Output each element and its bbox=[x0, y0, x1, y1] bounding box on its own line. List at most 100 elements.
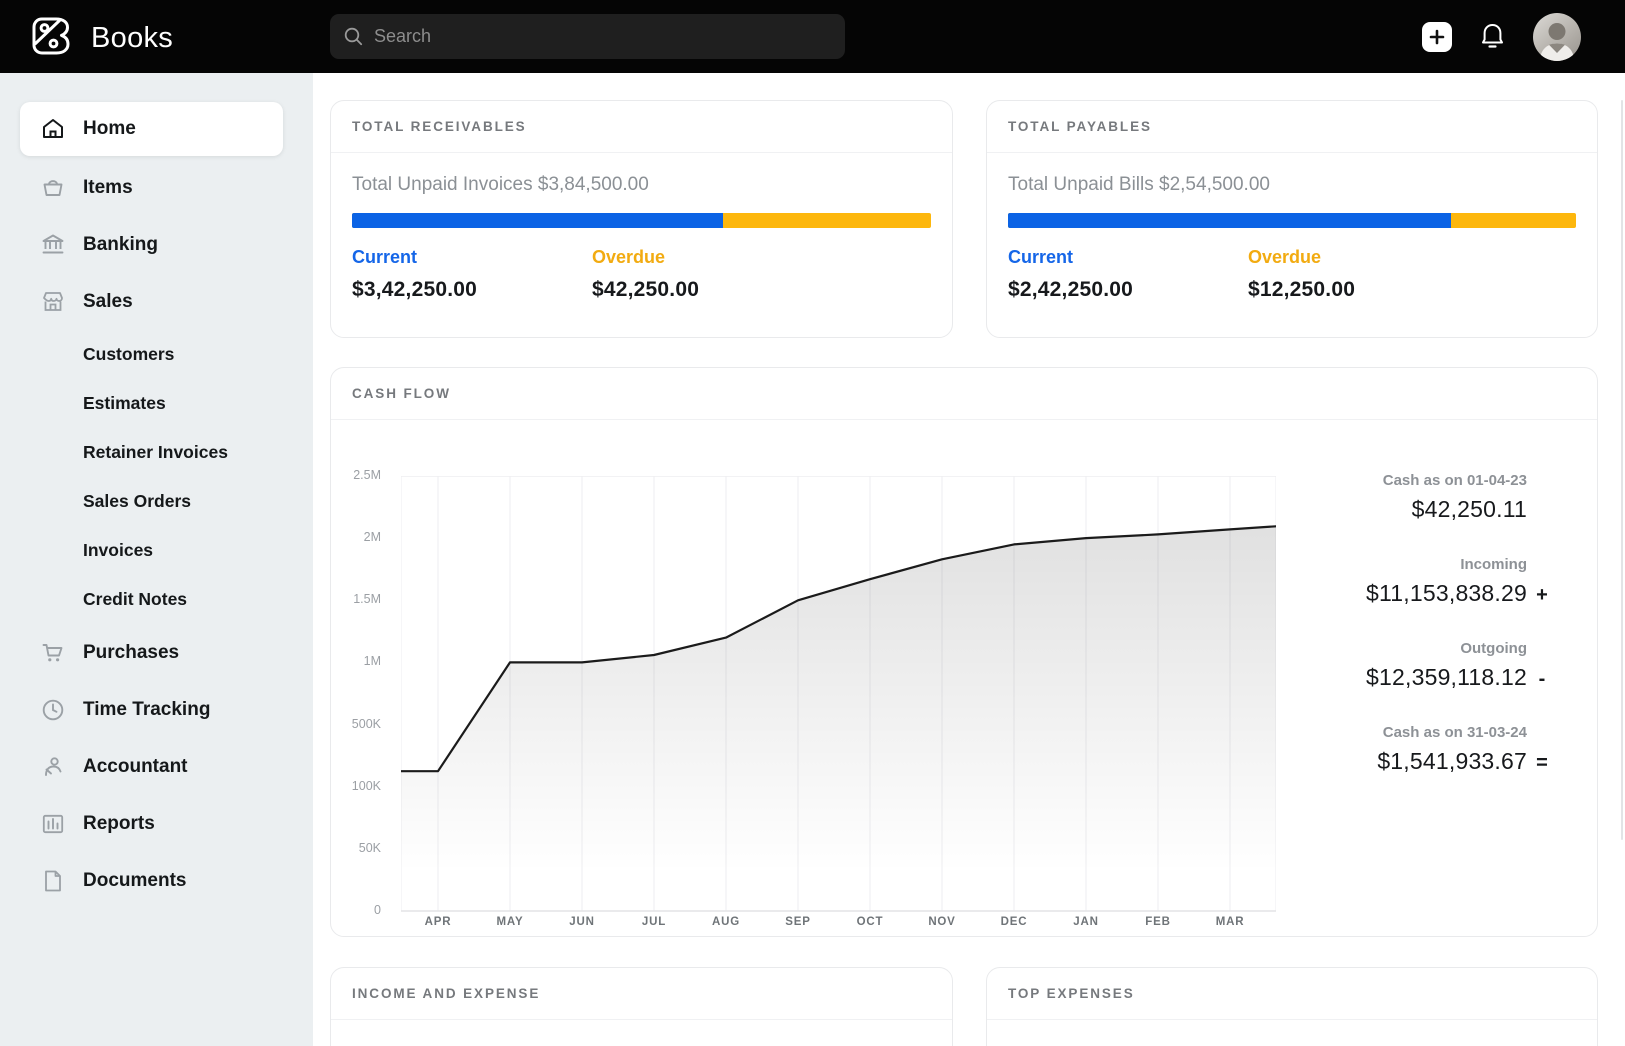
basket-icon bbox=[40, 175, 66, 201]
cart-icon bbox=[40, 640, 66, 666]
stat-label: Cash as on 31-03-24 bbox=[1237, 724, 1527, 741]
current-segment bbox=[352, 213, 723, 228]
x-tick-label: JAN bbox=[1051, 916, 1121, 928]
stat-label: Incoming bbox=[1237, 556, 1527, 573]
sidebar-item-label: Estimates bbox=[83, 393, 166, 414]
sidebar-item-label: Invoices bbox=[83, 540, 153, 561]
overdue-label: Overdue bbox=[1248, 247, 1355, 268]
cash-flow-x-axis: APRMAYJUNJULAUGSEPOCTNOVDECJANFEBMAR bbox=[401, 916, 1276, 934]
x-tick-label: SEP bbox=[763, 916, 833, 928]
sidebar-item-time-tracking[interactable]: Time Tracking bbox=[20, 681, 283, 738]
current-label: Current bbox=[1008, 247, 1248, 268]
stat-value: $12,359,118.12 bbox=[1366, 664, 1527, 691]
app-name: Books bbox=[91, 22, 173, 55]
stat-value: $1,541,933.67 bbox=[1377, 748, 1527, 775]
unpaid-total-text: Total Unpaid Bills $2,54,500.00 bbox=[1008, 174, 1576, 196]
sidebar-item-customers[interactable]: Customers bbox=[0, 330, 313, 379]
overdue-value: $12,250.00 bbox=[1248, 278, 1355, 302]
y-tick-label: 2M bbox=[364, 530, 381, 544]
sidebar-item-sales-orders[interactable]: Sales Orders bbox=[0, 477, 313, 526]
document-icon bbox=[40, 868, 66, 894]
sidebar-item-credit-notes[interactable]: Credit Notes bbox=[0, 575, 313, 624]
bank-icon bbox=[40, 232, 66, 258]
notifications-button[interactable] bbox=[1479, 22, 1506, 51]
cash-flow-stat: Cash as on 31-03-24 $1,541,933.67= bbox=[1237, 724, 1557, 775]
clock-icon bbox=[40, 697, 66, 723]
overdue-block: Overdue $42,250.00 bbox=[592, 247, 699, 302]
sidebar-item-home[interactable]: Home bbox=[20, 102, 283, 156]
sidebar-item-label: Customers bbox=[83, 344, 174, 365]
y-tick-label: 2.5M bbox=[353, 468, 381, 482]
page-scrollbar[interactable] bbox=[1621, 100, 1623, 840]
quick-create-button[interactable] bbox=[1422, 22, 1452, 52]
sidebar-item-label: Credit Notes bbox=[83, 589, 187, 610]
sidebar-item-retainer-invoices[interactable]: Retainer Invoices bbox=[0, 428, 313, 477]
top-bar: Books bbox=[0, 0, 1625, 73]
home-icon bbox=[40, 116, 66, 142]
sidebar-item-label: Sales Orders bbox=[83, 491, 191, 512]
sidebar-item-estimates[interactable]: Estimates bbox=[0, 379, 313, 428]
stat-operator: - bbox=[1527, 668, 1557, 691]
overdue-block: Overdue $12,250.00 bbox=[1248, 247, 1355, 302]
search-input[interactable] bbox=[330, 14, 845, 59]
sidebar-item-documents[interactable]: Documents bbox=[20, 852, 283, 909]
total-receivables-card: TOTAL RECEIVABLES Total Unpaid Invoices … bbox=[330, 100, 953, 338]
sidebar-item-purchases[interactable]: Purchases bbox=[20, 624, 283, 681]
sidebar-item-label: Retainer Invoices bbox=[83, 442, 228, 463]
current-block: Current $2,42,250.00 bbox=[1008, 247, 1248, 302]
payables-progress-bar bbox=[1008, 213, 1576, 228]
card-title: TOTAL PAYABLES bbox=[1008, 119, 1152, 134]
cash-flow-chart bbox=[401, 476, 1276, 918]
sidebar-item-sales[interactable]: Sales bbox=[20, 273, 283, 330]
stat-label: Cash as on 01-04-23 bbox=[1237, 472, 1527, 489]
sidebar-item-label: Home bbox=[83, 118, 136, 140]
total-payables-card: TOTAL PAYABLES Total Unpaid Bills $2,54,… bbox=[986, 100, 1598, 338]
cash-flow-plot bbox=[401, 476, 1276, 913]
sidebar-item-label: Documents bbox=[83, 870, 186, 892]
x-tick-label: MAY bbox=[475, 916, 545, 928]
cash-flow-stat: Incoming$11,153,838.29+ bbox=[1237, 556, 1557, 607]
card-header: TOP EXPENSES bbox=[987, 968, 1597, 1020]
sidebar-item-banking[interactable]: Banking bbox=[20, 216, 283, 273]
card-header: TOTAL PAYABLES bbox=[987, 101, 1597, 153]
x-tick-label: OCT bbox=[835, 916, 905, 928]
current-segment bbox=[1008, 213, 1451, 228]
x-tick-label: APR bbox=[403, 916, 473, 928]
stat-label: Outgoing bbox=[1237, 640, 1527, 657]
current-label: Current bbox=[352, 247, 592, 268]
card-header: CASH FLOW bbox=[331, 368, 1597, 420]
overdue-label: Overdue bbox=[592, 247, 699, 268]
income-expense-card: INCOME AND EXPENSE bbox=[330, 967, 953, 1046]
card-title: TOP EXPENSES bbox=[1008, 986, 1135, 1001]
x-tick-label: AUG bbox=[691, 916, 761, 928]
books-logo-icon bbox=[27, 12, 75, 65]
app-window: Books bbox=[0, 0, 1625, 1046]
stat-operator: = bbox=[1527, 752, 1557, 775]
search-icon bbox=[343, 26, 364, 52]
card-title: CASH FLOW bbox=[352, 386, 451, 401]
user-avatar[interactable] bbox=[1533, 13, 1581, 61]
y-tick-label: 500K bbox=[352, 717, 381, 731]
overdue-value: $42,250.00 bbox=[592, 278, 699, 302]
card-header: TOTAL RECEIVABLES bbox=[331, 101, 952, 153]
sidebar-item-items[interactable]: Items bbox=[20, 159, 283, 216]
sidebar: Home ItemsBanking Sales Customers Estimates R… bbox=[0, 73, 313, 1046]
sidebar-item-invoices[interactable]: Invoices bbox=[0, 526, 313, 575]
current-value: $2,42,250.00 bbox=[1008, 278, 1248, 302]
y-tick-label: 0 bbox=[374, 903, 381, 917]
sidebar-item-label: Sales bbox=[83, 291, 133, 313]
x-tick-label: JUN bbox=[547, 916, 617, 928]
storefront-icon bbox=[40, 289, 66, 315]
card-title: INCOME AND EXPENSE bbox=[352, 986, 540, 1001]
top-bar-actions bbox=[1422, 0, 1581, 73]
card-header: INCOME AND EXPENSE bbox=[331, 968, 952, 1020]
sidebar-item-accountant[interactable]: Accountant bbox=[20, 738, 283, 795]
current-block: Current $3,42,250.00 bbox=[352, 247, 592, 302]
y-tick-label: 100K bbox=[352, 779, 381, 793]
y-tick-label: 1M bbox=[364, 654, 381, 668]
x-tick-label: DEC bbox=[979, 916, 1049, 928]
person-icon bbox=[40, 754, 66, 780]
app-logo[interactable]: Books bbox=[27, 12, 173, 65]
sidebar-item-reports[interactable]: Reports bbox=[20, 795, 283, 852]
cash-flow-card: CASH FLOW 2.5M2M1.5M1M500K100K50K0 APRMA… bbox=[330, 367, 1598, 937]
